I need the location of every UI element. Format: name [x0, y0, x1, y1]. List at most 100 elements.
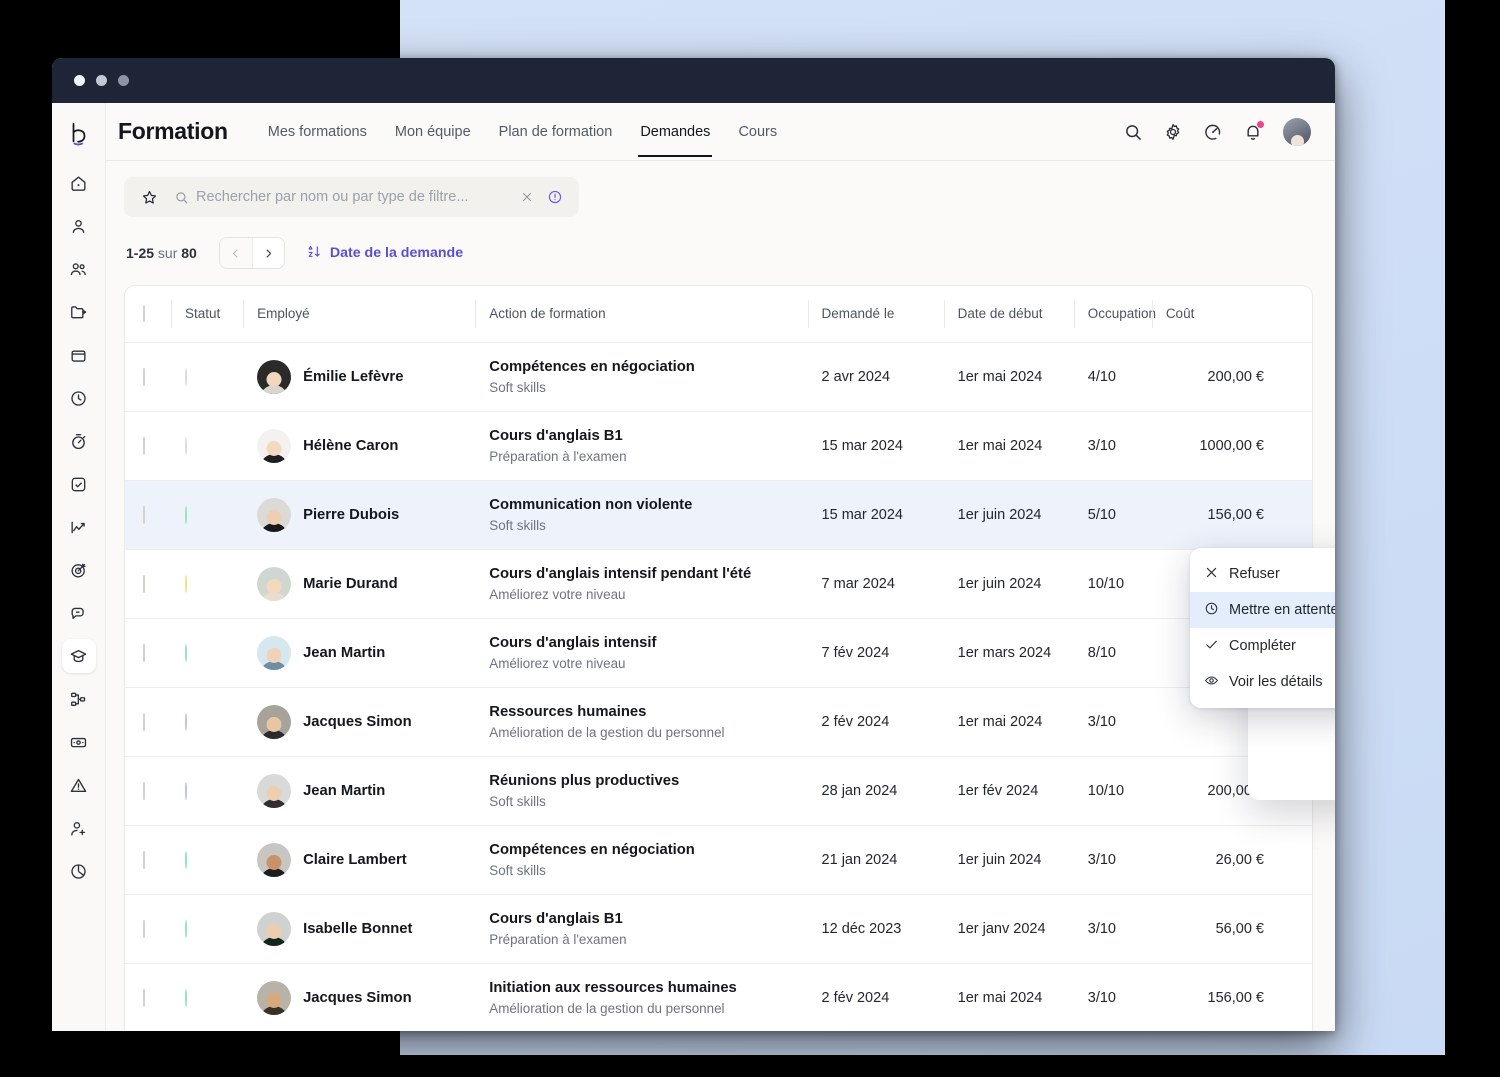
table-row[interactable]: Hélène Caron Cours d'anglais B1 Préparatio… — [125, 411, 1312, 480]
window-maximize-button[interactable] — [118, 75, 129, 86]
select-all-header — [125, 286, 172, 343]
action-title: Compétences en négociation — [489, 842, 695, 859]
sort-button[interactable]: Date de la demande — [307, 244, 463, 263]
close-icon[interactable] — [515, 191, 539, 203]
employee-name: Isabelle Bonnet — [303, 920, 413, 937]
pagination-total: 80 — [181, 245, 197, 261]
left-sidebar — [52, 103, 106, 1031]
column-header-employe[interactable]: Employé — [243, 286, 476, 343]
table-row[interactable]: Jean Martin Réunions plus productives Soft… — [125, 756, 1312, 825]
row-occupation: 8/10 — [1087, 644, 1116, 661]
sidebar-item-goals[interactable] — [62, 553, 96, 587]
row-checkbox[interactable] — [143, 574, 145, 593]
table-row[interactable]: Jean Martin Cours d'anglais intensif Améli… — [125, 618, 1312, 687]
row-checkbox[interactable] — [143, 781, 145, 800]
column-header-occupation[interactable]: Occupation — [1073, 286, 1156, 343]
column-header-statut[interactable]: Statut — [171, 286, 244, 343]
row-checkbox[interactable] — [143, 367, 145, 386]
table-row[interactable]: Émilie Lefèvre Compétences en négociation… — [125, 342, 1312, 411]
action-subtitle: Amélioration de la gestion du personnel — [489, 1000, 725, 1016]
sidebar-item-briefcase[interactable] — [62, 338, 96, 372]
row-employee-cell: Jacques Simon — [243, 963, 475, 1031]
select-all-checkbox[interactable] — [143, 305, 145, 323]
sidebar-item-user[interactable] — [62, 209, 96, 243]
window-titlebar — [52, 58, 1335, 103]
next-page-button[interactable] — [251, 238, 284, 268]
column-header-demande[interactable]: Demandé le — [807, 286, 944, 343]
row-checkbox[interactable] — [143, 919, 145, 938]
search-icon[interactable] — [1123, 122, 1143, 142]
row-employee-cell: Jacques Simon — [243, 687, 475, 756]
menu-item-voir-les-details[interactable]: Voir les détails — [1190, 664, 1335, 700]
sidebar-item-reports[interactable] — [62, 854, 96, 888]
table-row[interactable]: Claire Lambert Compétences en négociation… — [125, 825, 1312, 894]
star-icon[interactable] — [132, 180, 166, 214]
sidebar-item-payroll[interactable] — [62, 725, 96, 759]
table-row[interactable]: Jacques Simon Initiation aux ressources h… — [125, 963, 1312, 1031]
nav-item-mon-equipe[interactable]: Mon équipe — [381, 106, 485, 157]
avatar[interactable] — [1283, 117, 1311, 146]
window-close-button[interactable] — [74, 75, 85, 86]
menu-item-mettre-en-attente[interactable]: Mettre en attente — [1190, 592, 1335, 628]
sidebar-logo[interactable] — [62, 117, 96, 151]
sidebar-item-training[interactable] — [61, 639, 96, 673]
row-requested-date: 2 fév 2024 — [821, 713, 890, 730]
menu-item-refuser[interactable]: Refuser — [1190, 556, 1335, 592]
employee-name: Jacques Simon — [303, 713, 412, 730]
sidebar-item-alerts[interactable] — [62, 768, 96, 802]
row-occupation: 3/10 — [1087, 920, 1116, 937]
nav-item-mes-formations[interactable]: Mes formations — [254, 106, 381, 157]
employee-name: Émilie Lefèvre — [303, 368, 404, 385]
nav-links: Mes formations Mon équipe Plan de format… — [254, 106, 1123, 157]
sidebar-item-tasks[interactable] — [62, 467, 96, 501]
sidebar-item-org-chart[interactable] — [62, 682, 96, 716]
row-select-cell — [125, 756, 171, 825]
sidebar-item-home[interactable] — [62, 166, 96, 200]
check-icon — [1204, 637, 1219, 656]
row-checkbox[interactable] — [143, 436, 145, 455]
list-toolbar: 1-25 sur 80 Date de la demande — [126, 237, 1313, 269]
row-requested-date: 15 mar 2024 — [821, 437, 903, 454]
column-header-debut[interactable]: Date de début — [943, 286, 1074, 343]
row-checkbox[interactable] — [143, 505, 145, 524]
pagination-range: 1-25 — [126, 245, 155, 261]
sidebar-item-team[interactable] — [62, 252, 96, 286]
avatar — [257, 704, 292, 739]
sidebar-item-analytics[interactable] — [62, 510, 96, 544]
nav-item-plan-de-formation[interactable]: Plan de formation — [485, 106, 627, 157]
row-checkbox[interactable] — [143, 643, 145, 662]
table-row[interactable]: Isabelle Bonnet Cours d'anglais B1 Prépara… — [125, 894, 1312, 963]
sidebar-item-clock[interactable] — [62, 381, 96, 415]
column-header-action[interactable]: Action de formation — [475, 286, 808, 343]
row-checkbox[interactable] — [143, 850, 145, 869]
search-input[interactable] — [196, 189, 515, 205]
row-status-cell — [171, 756, 243, 825]
row-cost: 156,00 € — [1207, 506, 1264, 523]
row-checkbox[interactable] — [143, 988, 145, 1007]
row-requested-date: 15 mar 2024 — [821, 506, 903, 523]
column-header-cout[interactable]: Coût — [1151, 286, 1312, 343]
nav-item-demandes[interactable]: Demandes — [626, 106, 724, 157]
sidebar-item-feedback[interactable] — [62, 596, 96, 630]
previous-page-button[interactable] — [219, 238, 252, 268]
row-employee-cell: Marie Durand — [243, 549, 475, 618]
employee-name: Pierre Dubois — [303, 506, 400, 523]
avatar — [257, 911, 292, 946]
window-minimize-button[interactable] — [96, 75, 107, 86]
gear-icon[interactable] — [1163, 122, 1183, 142]
bell-icon[interactable] — [1243, 120, 1264, 142]
sidebar-item-timer[interactable] — [62, 424, 96, 458]
table-row[interactable]: Jacques Simon Ressources humaines Améliora… — [125, 687, 1312, 756]
pagination-of-label: sur — [157, 245, 178, 261]
row-status-cell — [171, 825, 243, 894]
table-row[interactable]: Marie Durand Cours d'anglais intensif pen… — [125, 549, 1312, 618]
gauge-icon[interactable] — [1203, 122, 1223, 142]
sidebar-item-folder[interactable] — [62, 295, 96, 329]
info-icon[interactable] — [539, 189, 571, 205]
pagination-controls — [218, 237, 285, 269]
menu-item-completer[interactable]: Compléter — [1190, 628, 1335, 664]
nav-item-cours[interactable]: Cours — [724, 106, 791, 157]
row-checkbox[interactable] — [143, 712, 145, 731]
sidebar-item-add-user[interactable] — [62, 811, 96, 845]
table-row[interactable]: Pierre Dubois Communication non violente S… — [125, 480, 1312, 549]
